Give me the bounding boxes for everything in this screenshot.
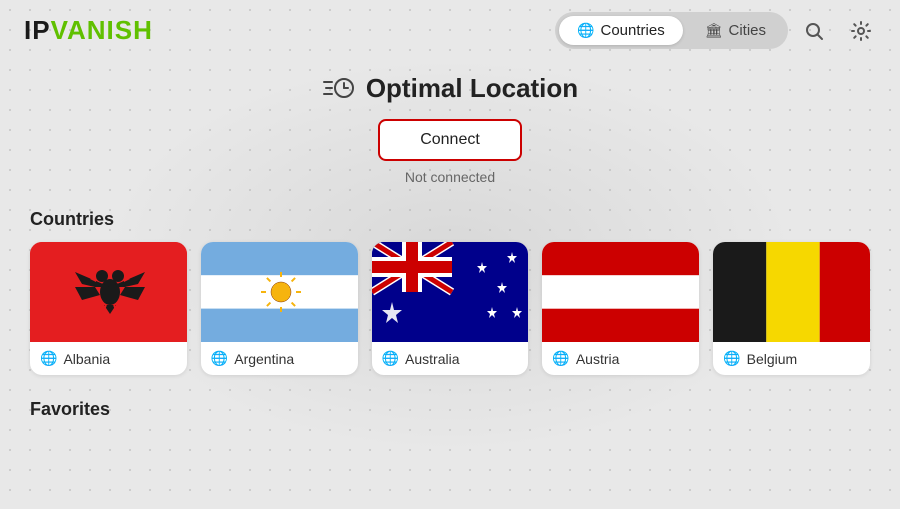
header: IPVANISH 🌐 Countries 🏛 Cities: [0, 0, 900, 61]
globe-icon-albania: 🌐: [40, 350, 57, 367]
country-card-argentina[interactable]: 🌐 Argentina: [201, 242, 358, 375]
country-name-argentina: 🌐 Argentina: [201, 342, 304, 375]
globe-icon-australia: 🌐: [382, 350, 399, 367]
optimal-title-text: Optimal Location: [366, 73, 578, 104]
flag-austria: [542, 242, 699, 342]
settings-button[interactable]: [846, 16, 876, 46]
search-button[interactable]: [800, 17, 828, 45]
globe-icon-belgium: 🌐: [723, 350, 740, 367]
country-name-austria: 🌐 Austria: [542, 342, 629, 375]
connect-button[interactable]: Connect: [378, 119, 522, 161]
countries-section: Countries: [30, 209, 870, 375]
flag-albania: [30, 242, 187, 342]
country-name-australia: 🌐 Australia: [372, 342, 470, 375]
country-card-belgium[interactable]: 🌐 Belgium: [713, 242, 870, 375]
optimal-location-icon: [322, 71, 356, 105]
connection-status: Not connected: [405, 169, 495, 185]
search-icon: [804, 21, 824, 41]
flag-argentina: [201, 242, 358, 342]
logo: IPVANISH: [24, 15, 153, 46]
country-card-austria[interactable]: 🌐 Austria: [542, 242, 699, 375]
country-card-albania[interactable]: 🌐 Albania: [30, 242, 187, 375]
header-icons: [800, 16, 876, 46]
optimal-location-section: Optimal Location Connect Not connected: [30, 71, 870, 185]
nav-tabs: 🌐 Countries 🏛 Cities: [555, 12, 788, 49]
logo-vanish: VANISH: [51, 15, 153, 46]
favorites-label: Favorites: [30, 399, 870, 420]
settings-icon: [850, 20, 872, 42]
logo-ip: IP: [24, 15, 51, 46]
main-content: Optimal Location Connect Not connected C…: [0, 61, 900, 444]
country-name-albania: 🌐 Albania: [30, 342, 120, 375]
optimal-icon: [322, 71, 356, 105]
countries-label: Countries: [30, 209, 870, 230]
globe-tab-icon: 🌐: [577, 22, 594, 39]
favorites-section: Favorites: [30, 399, 870, 420]
flag-australia: [372, 242, 529, 342]
country-card-australia[interactable]: 🌐 Australia: [372, 242, 529, 375]
flag-belgium: [713, 242, 870, 342]
optimal-location-title: Optimal Location: [322, 71, 578, 105]
tab-countries[interactable]: 🌐 Countries: [559, 16, 683, 45]
globe-icon-austria: 🌐: [552, 350, 569, 367]
countries-grid: 🌐 Albania: [30, 242, 870, 375]
country-name-belgium: 🌐 Belgium: [713, 342, 807, 375]
tab-cities[interactable]: 🏛 Cities: [687, 16, 784, 45]
globe-icon-argentina: 🌐: [211, 350, 228, 367]
cities-tab-icon: 🏛: [705, 22, 723, 39]
